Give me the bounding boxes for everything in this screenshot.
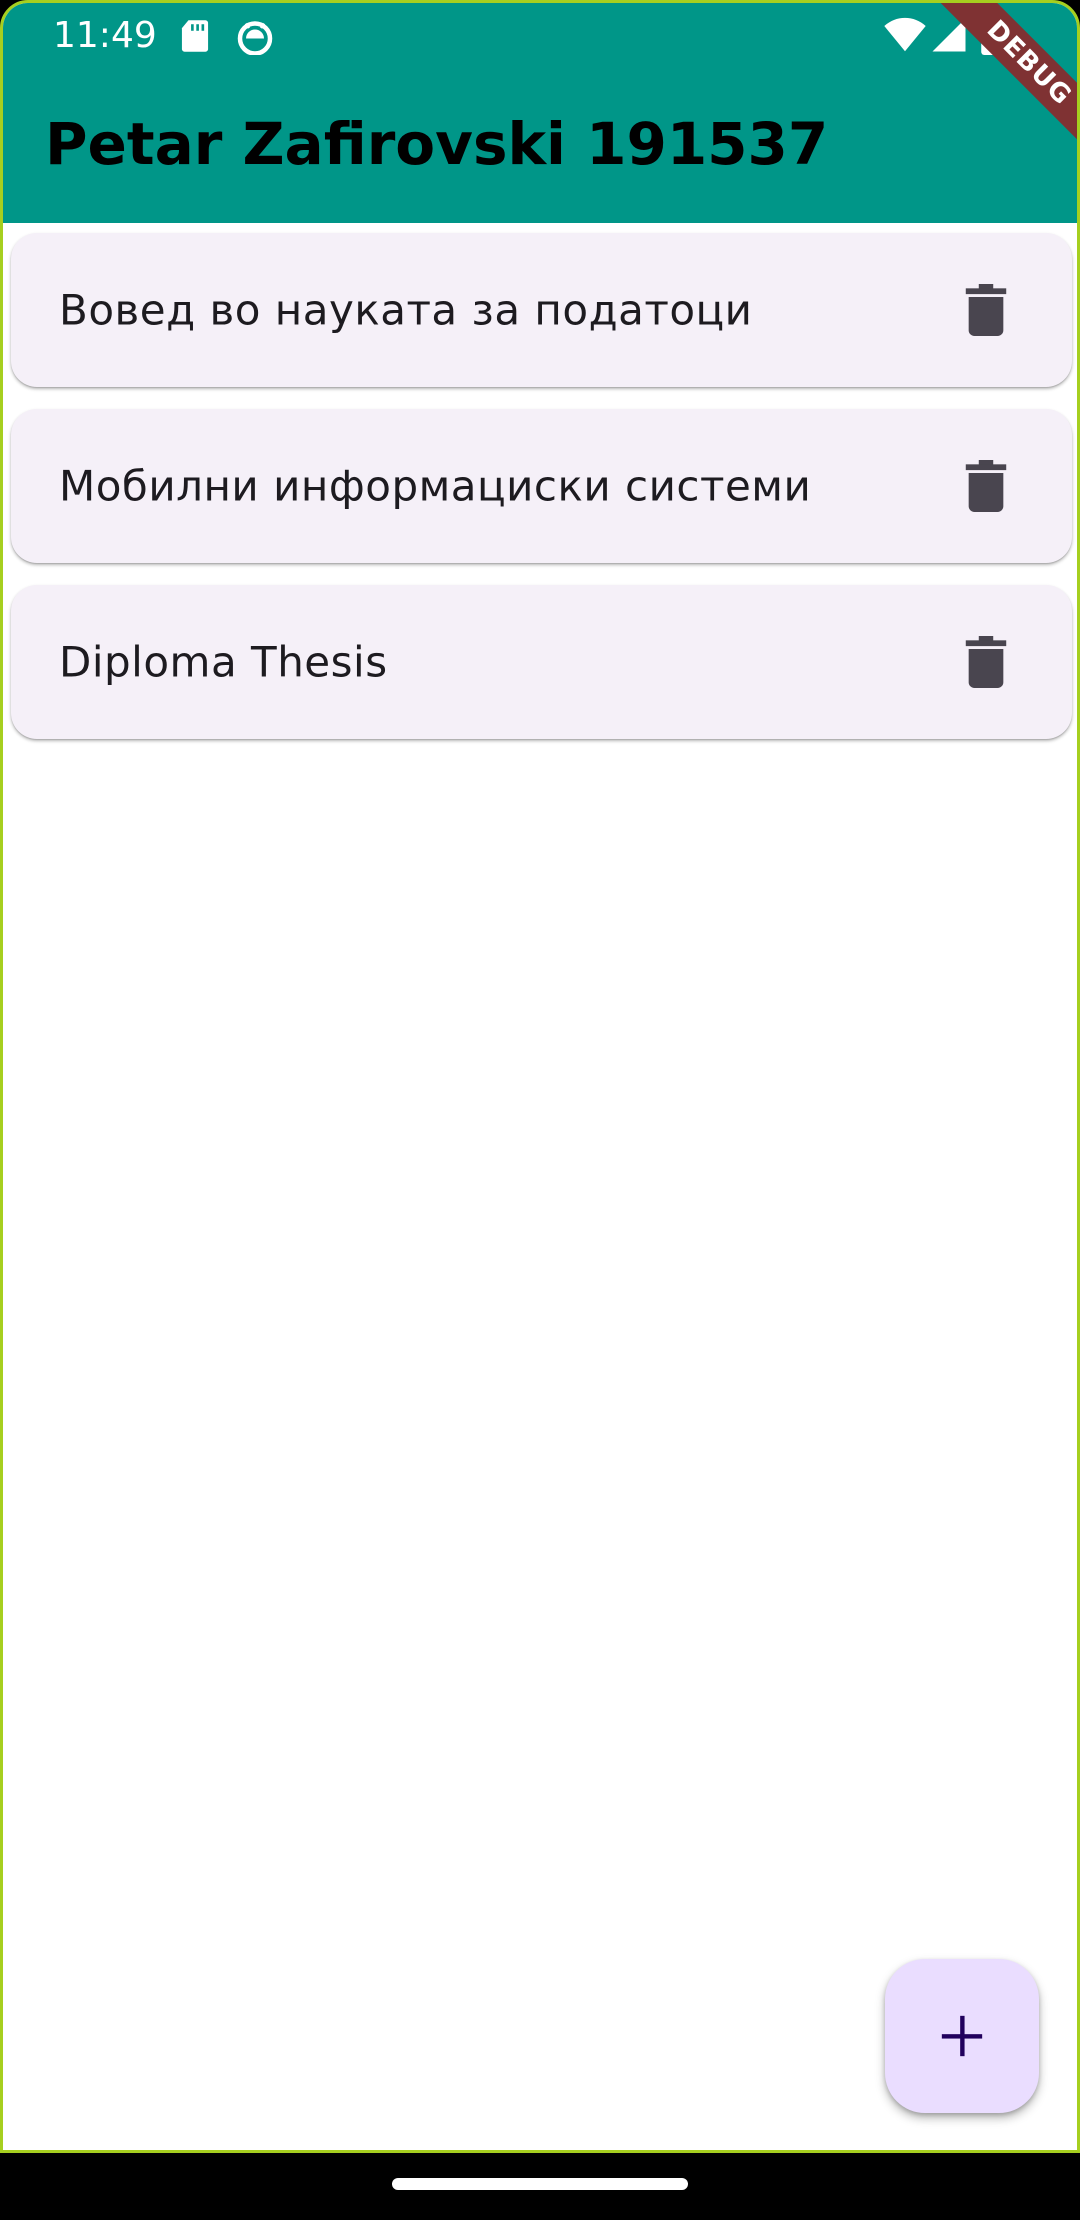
delete-icon — [965, 460, 1007, 512]
app-bar: Petar Zafirovski 191537 — [3, 69, 1077, 223]
course-card[interactable]: Diploma Thesis — [11, 585, 1072, 739]
course-title: Вовед во науката за податоци — [59, 285, 753, 335]
add-icon — [941, 2015, 983, 2057]
home-gesture-handle[interactable] — [392, 2178, 688, 2190]
course-title: Diploma Thesis — [59, 637, 388, 687]
delete-button[interactable] — [954, 454, 1018, 518]
sd-card-icon — [179, 19, 211, 58]
wifi-icon — [883, 17, 927, 58]
course-title: Мобилни информациски системи — [59, 461, 812, 511]
delete-icon — [965, 636, 1007, 688]
delete-button[interactable] — [954, 278, 1018, 342]
system-navigation-bar — [0, 2153, 1080, 2220]
android-debug-icon — [237, 19, 273, 60]
battery-icon — [981, 15, 1003, 60]
signal-icon — [931, 17, 967, 58]
course-card[interactable]: Мобилни информациски системи — [11, 409, 1072, 563]
page-title: Petar Zafirovski 191537 — [45, 110, 829, 178]
status-bar: 11:49 — [3, 3, 1077, 69]
add-course-button[interactable] — [885, 1959, 1039, 2113]
screen: 11:49 Petar Zafirovski 191537 DEBUG Вове… — [0, 0, 1080, 2220]
course-card[interactable]: Вовед во науката за податоци — [11, 233, 1072, 387]
course-list: Вовед во науката за податоци Мобилни инф… — [11, 233, 1072, 761]
delete-button[interactable] — [954, 630, 1018, 694]
delete-icon — [965, 284, 1007, 336]
status-time: 11:49 — [53, 15, 157, 56]
app-frame: 11:49 Petar Zafirovski 191537 DEBUG Вове… — [0, 0, 1080, 2153]
